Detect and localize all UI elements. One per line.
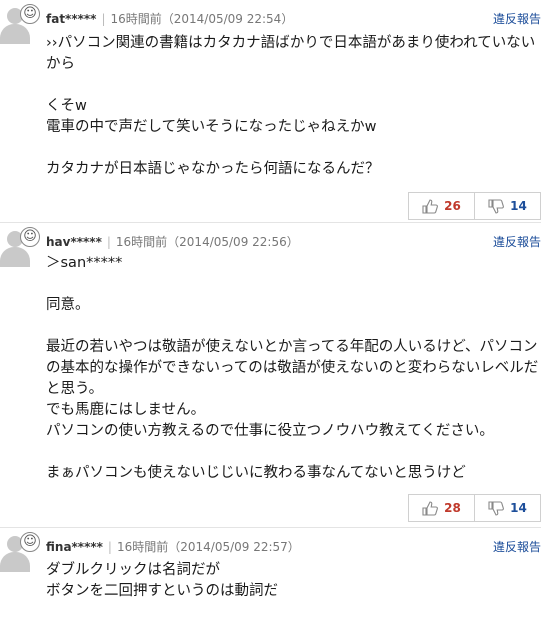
bad-button[interactable]: 14: [474, 193, 540, 219]
thumbs-up-icon: [422, 198, 439, 214]
meta-separator: |: [101, 12, 106, 26]
comment-timestamp: 16時間前（2014/05/09 22:54）: [110, 12, 294, 26]
comment-item: ☺ hav***** | 16時間前（2014/05/09 22:56） 違反報告 …: [0, 223, 541, 528]
report-link[interactable]: 違反報告: [493, 538, 541, 555]
good-button[interactable]: 28: [409, 495, 474, 521]
comment-meta: fat***** | 16時間前（2014/05/09 22:54）: [46, 10, 541, 27]
comment-meta: fina***** | 16時間前（2014/05/09 22:57）: [46, 538, 541, 555]
thumbs-up-icon: [422, 500, 439, 516]
comment-timestamp: 16時間前（2014/05/09 22:57）: [116, 540, 300, 554]
smiley-avatar-icon: ☺: [20, 532, 40, 552]
bad-count: 14: [510, 501, 527, 515]
comment-timestamp: 16時間前（2014/05/09 22:56）: [115, 235, 299, 249]
report-link[interactable]: 違反報告: [493, 10, 541, 27]
comment-item: ☺ fat***** | 16時間前（2014/05/09 22:54） 違反報告 …: [0, 0, 541, 223]
vote-box: 26 14: [408, 192, 541, 220]
comment-username[interactable]: fina*****: [46, 540, 103, 554]
comment-text: ＞san***** 同意。 最近の若いやつは敬語が使えないとか言ってる年配の人い…: [46, 255, 539, 481]
comment-item: ☺ fina***** | 16時間前（2014/05/09 22:57） 違反報告…: [0, 528, 541, 620]
report-link[interactable]: 違反報告: [493, 233, 541, 250]
bad-count: 14: [510, 199, 527, 213]
vote-box: 28 14: [408, 494, 541, 522]
thumbs-down-icon: [488, 500, 505, 516]
comment-text: ››パソコン関連の書籍はカタカナ語ばかりで日本語があまり使われていないから くそ…: [46, 35, 536, 177]
good-button[interactable]: 26: [409, 193, 474, 219]
avatar: ☺: [0, 532, 42, 572]
good-count: 26: [444, 199, 461, 213]
meta-separator: |: [107, 540, 112, 554]
good-count: 28: [444, 501, 461, 515]
smiley-avatar-icon: ☺: [20, 227, 40, 247]
comment-meta: hav***** | 16時間前（2014/05/09 22:56）: [46, 233, 541, 250]
comment-username[interactable]: hav*****: [46, 235, 102, 249]
avatar: ☺: [0, 227, 42, 267]
avatar: ☺: [0, 4, 42, 44]
thumbs-down-icon: [488, 198, 505, 214]
smiley-avatar-icon: ☺: [20, 4, 40, 24]
comment-text: ダブルクリックは名詞だが ボタンを二回押すというのは動詞だ: [46, 562, 278, 599]
meta-separator: |: [106, 235, 111, 249]
comment-username[interactable]: fat*****: [46, 12, 96, 26]
bad-button[interactable]: 14: [474, 495, 540, 521]
